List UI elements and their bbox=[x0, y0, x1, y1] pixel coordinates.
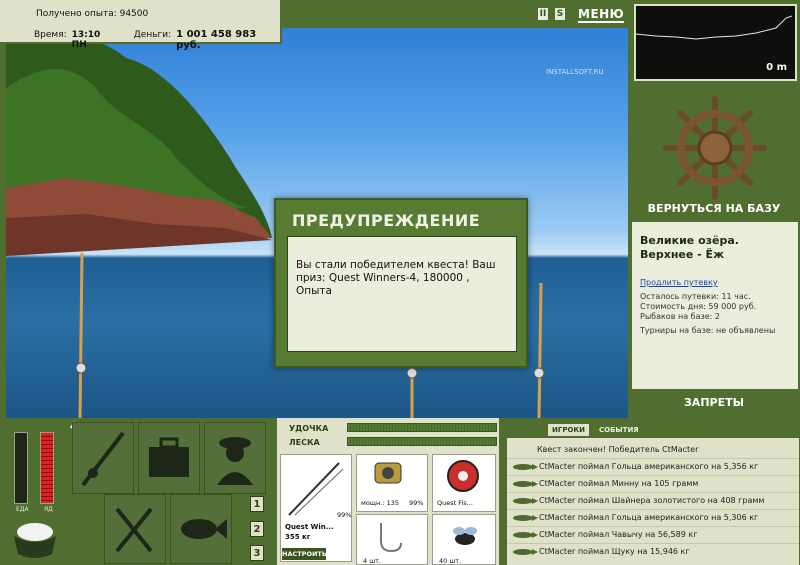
fishers-count: Рыбаков на базе: 2 bbox=[640, 312, 720, 321]
rod-icon bbox=[81, 431, 125, 487]
time-value: 13:10 ПН bbox=[71, 30, 101, 50]
rod-durability-bar bbox=[347, 423, 497, 432]
rod-durability-label: УДОЧКА bbox=[289, 424, 329, 433]
bait-slot[interactable]: 40 шт. bbox=[432, 514, 496, 565]
slot-1-button[interactable]: 1 bbox=[250, 496, 264, 512]
events-panel: ИГРОКИ СОБЫТИЯ Квест закончен! Победител… bbox=[503, 418, 800, 565]
line-name: Quest Fis... bbox=[437, 499, 473, 507]
hook-count: 4 шт. bbox=[363, 557, 382, 565]
slot-2-button[interactable]: 2 bbox=[250, 521, 264, 537]
quest-finished-line: Квест закончен! Победитель CtMacter bbox=[537, 445, 699, 454]
tackle-box-button[interactable] bbox=[138, 422, 200, 494]
rod-right[interactable] bbox=[533, 282, 545, 418]
angler-button[interactable] bbox=[204, 422, 266, 494]
return-to-base-button[interactable]: ВЕРНУТЬСЯ НА БАЗУ bbox=[628, 202, 800, 215]
event-text: CtMacter поймал Минну на 105 грамм bbox=[539, 479, 699, 488]
setup-button[interactable]: НАСТРОИТЬ bbox=[282, 548, 327, 560]
rod-slot-icon bbox=[288, 462, 344, 516]
rod-middle[interactable] bbox=[406, 367, 418, 418]
fork-knife-icon bbox=[115, 507, 153, 553]
line-slot[interactable]: Quest Fis... bbox=[432, 454, 496, 512]
reel-power: мощн.: 135 bbox=[361, 499, 399, 507]
event-text: CtMacter поймал Щуку на 15,946 кг bbox=[539, 547, 690, 556]
list-item: CtMacter поймал Чавычу на 56,589 кг bbox=[507, 526, 799, 542]
tournaments-info: Турниры на базе: не объявлены bbox=[640, 326, 776, 335]
extend-ticket-link[interactable]: Продлить путевку bbox=[640, 278, 790, 288]
spool-icon bbox=[447, 460, 479, 492]
food-meter bbox=[14, 432, 28, 504]
tab-events[interactable]: СОБЫТИЯ bbox=[595, 424, 643, 436]
ship-wheel-icon[interactable] bbox=[660, 93, 770, 203]
time-label: Время: bbox=[34, 30, 67, 40]
events-tabs: ИГРОКИ СОБЫТИЯ bbox=[503, 424, 800, 436]
rod-name: Quest Win... bbox=[285, 523, 334, 531]
line-durability-label: ЛЕСКА bbox=[289, 438, 320, 447]
day-cost: Стоимость дня: 59 000 руб. bbox=[640, 302, 757, 311]
reel-percent: 99% bbox=[409, 499, 424, 507]
cauldron-icon[interactable] bbox=[10, 514, 60, 560]
fish-icon bbox=[513, 498, 538, 504]
event-text: CtMacter поймал Шайнера золотистого на 4… bbox=[539, 496, 765, 505]
rod-percent: 99% bbox=[337, 511, 352, 519]
rods-tool-button[interactable] bbox=[72, 422, 134, 494]
ticket-remaining: Осталось путевки: 11 час. bbox=[640, 292, 751, 301]
catch-button[interactable] bbox=[170, 494, 232, 564]
warning-dialog[interactable]: ПРЕДУПРЕЖДЕНИЕ Вы стали победителем квес… bbox=[274, 198, 528, 368]
tab-players[interactable]: ИГРОКИ bbox=[548, 424, 589, 436]
fish-icon bbox=[513, 481, 538, 487]
events-feed: Квест закончен! Победитель CtMacter CtMa… bbox=[507, 438, 799, 565]
watermark: INSTALLSOFT.RU bbox=[546, 68, 604, 76]
top-bar bbox=[282, 0, 628, 28]
fish-icon bbox=[513, 464, 538, 470]
depth-readout: 0 m bbox=[766, 62, 787, 73]
bait-count: 40 шт. bbox=[439, 557, 462, 565]
tackle-panel: УДОЧКА ЛЕСКА Quest Win... 355 кг 99% мощ… bbox=[277, 418, 499, 565]
money-value: 1 001 458 983 руб. bbox=[176, 29, 257, 51]
food-button[interactable] bbox=[104, 494, 166, 564]
list-item: CtMacter поймал Гольца американского на … bbox=[507, 458, 799, 474]
fly-bait-icon bbox=[453, 527, 477, 545]
status-meters: ЕДА ЯД bbox=[8, 426, 64, 518]
reel-slot[interactable]: мощн.: 135 99% bbox=[356, 454, 428, 512]
list-item: CtMacter поймал Минну на 105 грамм bbox=[507, 475, 799, 491]
bans-button[interactable]: ЗАПРЕТЫ bbox=[628, 396, 800, 409]
rod-slot[interactable]: Quest Win... 355 кг 99% bbox=[280, 454, 352, 562]
hook-slot[interactable]: 4 шт. bbox=[356, 514, 428, 565]
player-info-panel: Получено опыта: 94500 Время: 13:10 ПН Де… bbox=[0, 0, 282, 51]
rod-weight: 355 кг bbox=[285, 533, 311, 541]
xp-label: Получено опыта: 94500 bbox=[36, 9, 149, 19]
hook-icon bbox=[380, 523, 402, 553]
rod-left[interactable] bbox=[75, 252, 87, 418]
dialog-title: ПРЕДУПРЕЖДЕНИЕ bbox=[292, 211, 481, 230]
fish-icon bbox=[181, 519, 227, 539]
pause-button[interactable]: II bbox=[538, 8, 548, 20]
list-item: CtMacter поймал Щуку на 15,946 кг bbox=[507, 543, 799, 559]
time-money-row: Время: 13:10 ПН Деньги: 1 001 458 983 ру… bbox=[34, 29, 280, 51]
line-durability-bar bbox=[347, 437, 497, 446]
location-title: Великие озёра. Верхнее - Ёж bbox=[640, 234, 739, 261]
fish-icon bbox=[513, 515, 538, 521]
menu-button[interactable]: МЕНЮ bbox=[578, 7, 625, 23]
list-item: CtMacter поймал Шайнера золотистого на 4… bbox=[507, 492, 799, 508]
location-info: Великие озёра. Верхнее - Ёж Продлить пут… bbox=[632, 222, 798, 389]
slot-3-button[interactable]: 3 bbox=[250, 545, 264, 561]
poison-label: ЯД bbox=[44, 506, 53, 513]
money-label: Деньги: bbox=[133, 30, 172, 40]
fish-icon bbox=[513, 549, 538, 555]
event-text: CtMacter поймал Чавычу на 56,589 кг bbox=[539, 530, 698, 539]
event-text: CtMacter поймал Гольца американского на … bbox=[539, 513, 759, 522]
depth-map: 0 m bbox=[634, 4, 797, 81]
game-screen: INSTALLSOFT.RU Получено опыта: 94500 Вре… bbox=[0, 0, 800, 565]
poison-meter bbox=[40, 432, 54, 504]
list-item: CtMacter поймал Гольца американского на … bbox=[507, 509, 799, 525]
angler-icon bbox=[217, 437, 253, 485]
food-label: ЕДА bbox=[16, 506, 29, 513]
fish-icon bbox=[513, 532, 538, 538]
tackle-box-icon bbox=[149, 437, 189, 477]
event-text: CtMacter поймал Гольца американского на … bbox=[539, 462, 759, 471]
sound-button[interactable]: S bbox=[555, 8, 565, 20]
bottom-panel: ЕДА ЯД ▲ 1 2 3 УДОЧКА ЛЕСКА bbox=[0, 418, 800, 565]
dialog-message: Вы стали победителем квеста! Ваш приз: Q… bbox=[287, 236, 517, 352]
reel-icon bbox=[374, 462, 402, 484]
